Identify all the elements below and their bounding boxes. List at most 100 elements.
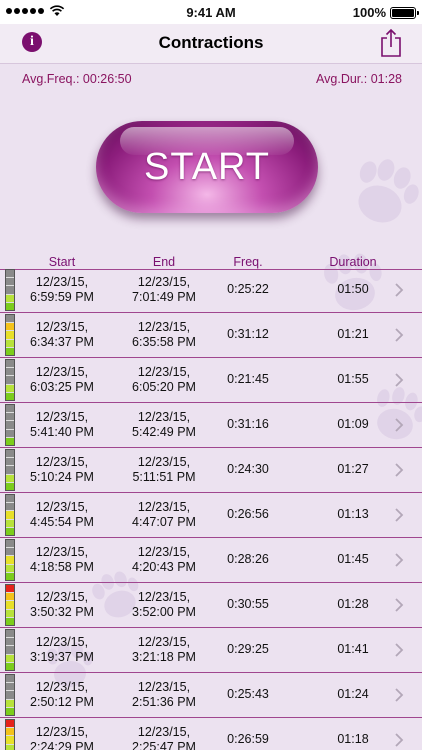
battery-icon [390,6,419,19]
intensity-segment [6,302,14,311]
intensity-segment [6,585,14,594]
end-cell-line: 12/23/15, [137,455,191,469]
freq-cell: 0:31:16 [218,417,278,432]
end-cell-line: 5:42:49 PM [132,425,196,439]
end-cell-line: 12/23/15, [137,635,191,649]
freq-cell: 0:30:55 [218,597,278,612]
end-cell: 12/23/15, 6:05:20 PM [120,365,208,395]
end-cell-line: 12/23/15, [137,275,191,289]
intensity-segment [6,511,14,520]
freq-cell-line: 0:30:55 [227,597,269,611]
avg-duration-value: 01:28 [370,72,402,86]
intensity-segment [6,458,14,467]
end-cell-line: 7:01:49 PM [132,290,196,304]
start-button-label: START [143,145,271,188]
table-row[interactable]: 12/23/15, 2:24:29 PM 12/23/15, 2:25:47 PM 0:… [0,718,422,750]
duration-cell: 01:50 [318,282,388,297]
freq-cell-line: 0:31:16 [227,417,269,431]
intensity-indicator [5,449,15,491]
end-cell: 12/23/15, 6:35:58 PM [120,320,208,350]
table-row[interactable]: 12/23/15, 6:34:37 PM 12/23/15, 6:35:58 PM 0:… [0,313,422,358]
table-row[interactable]: 12/23/15, 3:50:32 PM 12/23/15, 3:52:00 PM 0:… [0,583,422,628]
start-cell-line: 12/23/15, [35,680,89,694]
duration-cell: 01:28 [318,597,388,612]
freq-cell-line: 0:28:26 [227,552,269,566]
duration-cell-line: 01:13 [337,507,369,521]
intensity-segment [6,466,14,475]
end-cell-line: 6:05:20 PM [132,380,196,394]
intensity-segment [6,654,14,663]
intensity-segment [6,601,14,610]
intensity-segment [6,450,14,459]
chevron-right-icon [395,688,404,702]
intensity-indicator [5,629,15,671]
intensity-segment [6,437,14,446]
intensity-segment [6,413,14,422]
start-cell-line: 2:24:29 PM [30,740,94,750]
table-row[interactable]: 12/23/15, 5:41:40 PM 12/23/15, 5:42:49 PM 0:… [0,403,422,448]
intensity-segment [6,347,14,356]
duration-cell-line: 01:28 [337,597,369,611]
header-end: End [152,255,176,269]
end-cell: 12/23/15, 5:11:51 PM [120,455,208,485]
freq-cell-line: 0:25:22 [227,282,269,296]
freq-cell: 0:24:30 [218,462,278,477]
start-cell: 12/23/15, 4:18:58 PM [18,545,106,575]
start-cell-line: 5:41:40 PM [30,425,94,439]
chevron-right-icon [395,418,404,432]
table-row[interactable]: 12/23/15, 3:19:37 PM 12/23/15, 3:21:18 PM 0:… [0,628,422,673]
share-icon[interactable] [378,28,404,58]
table-row[interactable]: 12/23/15, 5:10:24 PM 12/23/15, 5:11:51 PM 0:… [0,448,422,493]
end-cell: 12/23/15, 7:01:49 PM [120,275,208,305]
chevron-right-icon [395,373,404,387]
duration-cell-line: 01:18 [337,732,369,746]
freq-cell: 0:26:59 [218,732,278,747]
intensity-segment [6,540,14,549]
intensity-segment [6,564,14,573]
end-cell-line: 6:35:58 PM [132,335,196,349]
intensity-segment [6,360,14,369]
duration-cell: 01:09 [318,417,388,432]
freq-cell-line: 0:26:59 [227,732,269,746]
freq-cell: 0:29:25 [218,642,278,657]
freq-cell: 0:31:12 [218,327,278,342]
start-button[interactable]: START [96,121,318,213]
intensity-segment [6,376,14,385]
end-cell: 12/23/15, 4:20:43 PM [120,545,208,575]
duration-cell: 01:45 [318,552,388,567]
intensity-indicator [5,584,15,626]
end-cell: 12/23/15, 3:52:00 PM [120,590,208,620]
start-cell: 12/23/15, 3:50:32 PM [18,590,106,620]
header-start: Start [48,255,76,269]
table-row[interactable]: 12/23/15, 2:50:12 PM 12/23/15, 2:51:36 PM 0:… [0,673,422,718]
end-cell-line: 4:20:43 PM [132,560,196,574]
end-cell: 12/23/15, 3:21:18 PM [120,635,208,665]
start-cell-line: 4:45:54 PM [30,515,94,529]
intensity-segment [6,646,14,655]
end-cell-line: 2:51:36 PM [132,695,196,709]
avg-duration: Avg.Dur.: 01:28 [316,72,402,86]
duration-cell-line: 01:55 [337,372,369,386]
duration-cell: 01:21 [318,327,388,342]
start-cell-line: 6:34:37 PM [30,335,94,349]
end-cell-line: 12/23/15, [137,545,191,559]
intensity-segment [6,699,14,708]
chevron-right-icon [395,733,404,747]
duration-cell: 01:55 [318,372,388,387]
table-row[interactable]: 12/23/15, 6:59:59 PM 12/23/15, 7:01:49 PM 0:… [0,268,422,313]
table-row[interactable]: 12/23/15, 4:45:54 PM 12/23/15, 4:47:07 PM 0:… [0,493,422,538]
start-cell-line: 12/23/15, [35,500,89,514]
duration-cell-line: 01:45 [337,552,369,566]
table-row[interactable]: 12/23/15, 4:18:58 PM 12/23/15, 4:20:43 PM 0:… [0,538,422,583]
intensity-segment [6,519,14,528]
freq-cell-line: 0:26:56 [227,507,269,521]
start-cell-line: 12/23/15, [35,590,89,604]
end-cell-line: 4:47:07 PM [132,515,196,529]
chevron-right-icon [395,553,404,567]
intensity-indicator [5,674,15,716]
table-row[interactable]: 12/23/15, 6:03:25 PM 12/23/15, 6:05:20 PM 0:… [0,358,422,403]
start-cell-line: 6:59:59 PM [30,290,94,304]
intensity-indicator [5,494,15,536]
intensity-segment [6,392,14,401]
header-freq: Freq. [233,255,263,269]
